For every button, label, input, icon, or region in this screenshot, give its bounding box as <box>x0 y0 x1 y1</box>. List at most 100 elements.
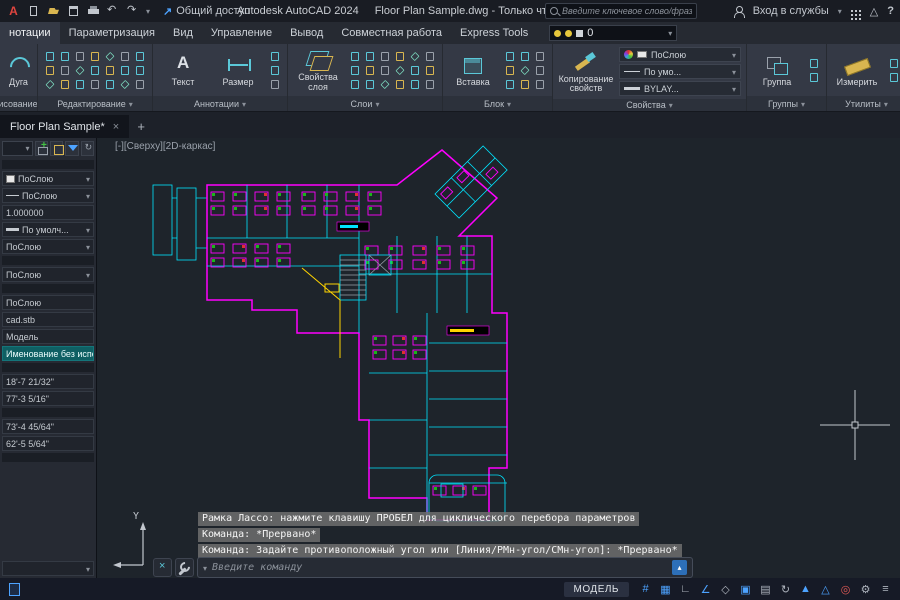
refresh-icon[interactable] <box>80 140 94 156</box>
ribbon-tool-icon[interactable] <box>268 50 282 63</box>
prop-row-center-y[interactable]: 77'-3 5/16" <box>2 391 94 406</box>
ribbon-tool-icon[interactable] <box>43 64 57 77</box>
file-tab-active[interactable]: Floor Plan Sample* <box>0 115 130 138</box>
search-box[interactable] <box>545 3 697 19</box>
drawing-canvas[interactable]: [-][Сверху][2D-каркас] Y Рамка Лассо: на… <box>97 138 900 578</box>
ribbon-tool-icon[interactable] <box>408 64 422 77</box>
ribbon-tab-parametric[interactable]: Параметризация <box>60 22 164 44</box>
ribbon-tool-icon[interactable] <box>348 64 362 77</box>
ribbon-tool-icon[interactable] <box>378 50 392 63</box>
drawing-status-icon[interactable] <box>5 580 24 598</box>
customize-wrench-icon[interactable] <box>175 558 194 577</box>
prop-row-lineweight[interactable]: По умолч... <box>2 222 94 237</box>
ribbon-tool-icon[interactable] <box>503 78 517 91</box>
ribbon-tool-icon[interactable] <box>58 78 72 91</box>
layer-select-combo[interactable]: 0 <box>549 25 678 41</box>
ribbon-tool-icon[interactable] <box>73 78 87 91</box>
recent-commands-icon[interactable] <box>203 562 207 574</box>
ribbon-tool-icon[interactable] <box>393 64 407 77</box>
ribbon-tool-icon[interactable] <box>133 64 147 77</box>
ribbon-tool-icon[interactable] <box>887 71 900 84</box>
annotation-autoscale-toggle[interactable] <box>816 580 835 598</box>
prop-row-color[interactable]: ПоСлою <box>2 171 94 186</box>
alerts-icon[interactable] <box>870 5 878 18</box>
panel-label-modify[interactable]: Редактирование <box>38 96 152 111</box>
prop-row-naming[interactable]: Именование без испо... <box>2 346 94 361</box>
search-input[interactable] <box>562 6 692 16</box>
arc-button[interactable]: Дуга <box>5 53 32 87</box>
ribbon-tool-icon[interactable] <box>268 64 282 77</box>
linetype-combo[interactable]: По умо... <box>619 64 741 79</box>
save-icon[interactable] <box>66 4 81 18</box>
measure-button[interactable]: Измерить <box>832 53 882 87</box>
prop-row-plotstyle[interactable]: cad.stb <box>2 312 94 327</box>
ribbon-tool-icon[interactable] <box>133 50 147 63</box>
new-tab-button[interactable] <box>129 115 153 138</box>
prop-row-transparency[interactable]: ПоСлою <box>2 239 94 254</box>
close-icon[interactable] <box>113 121 119 133</box>
ribbon-tab-manage[interactable]: Управление <box>202 22 281 44</box>
ribbon-tool-icon[interactable] <box>533 78 547 91</box>
ribbon-tool-icon[interactable] <box>393 78 407 91</box>
expand-history-icon[interactable] <box>672 560 687 575</box>
lineweight-toggle[interactable] <box>756 580 775 598</box>
annotation-visibility-toggle[interactable] <box>796 580 815 598</box>
ribbon-tab-annotate[interactable]: нотации <box>0 22 60 44</box>
help-icon[interactable] <box>887 5 894 17</box>
object-snap-toggle[interactable] <box>736 580 755 598</box>
ribbon-tool-icon[interactable] <box>807 57 821 70</box>
ribbon-tool-icon[interactable] <box>518 64 532 77</box>
ribbon-tool-icon[interactable] <box>88 78 102 91</box>
ribbon-tool-icon[interactable] <box>518 50 532 63</box>
command-input-bar[interactable] <box>197 557 693 578</box>
prop-row-ltscale[interactable]: 1.000000 <box>2 205 94 220</box>
selection-cycling-toggle[interactable] <box>776 580 795 598</box>
ribbon-tool-icon[interactable] <box>88 64 102 77</box>
ribbon-tool-icon[interactable] <box>423 50 437 63</box>
filter-icon[interactable] <box>65 140 79 156</box>
ortho-toggle[interactable] <box>676 580 695 598</box>
ribbon-tool-icon[interactable] <box>118 64 132 77</box>
ribbon-tool-icon[interactable] <box>268 78 282 91</box>
ribbon-tool-icon[interactable] <box>887 57 900 70</box>
palette-bottom-combo[interactable] <box>2 561 94 576</box>
panel-label-layers[interactable]: Слои <box>288 96 442 111</box>
ribbon-tool-icon[interactable] <box>807 71 821 84</box>
text-button[interactable]: Текст <box>158 53 208 87</box>
ribbon-tool-icon[interactable] <box>423 78 437 91</box>
isodraft-toggle[interactable] <box>716 580 735 598</box>
panel-label-properties[interactable]: Свойства <box>553 99 746 111</box>
ribbon-tool-icon[interactable] <box>533 50 547 63</box>
ribbon-tool-icon[interactable] <box>118 78 132 91</box>
prop-row-plottable[interactable]: Модель <box>2 329 94 344</box>
ribbon-tool-icon[interactable] <box>103 64 117 77</box>
customize-status-icon[interactable] <box>876 580 895 598</box>
panel-label-groups[interactable]: Группы <box>747 96 826 111</box>
prop-row-height[interactable]: 62'-5 5/64" <box>2 436 94 451</box>
ribbon-tool-icon[interactable] <box>103 50 117 63</box>
ribbon-tool-icon[interactable] <box>533 64 547 77</box>
undo-icon[interactable] <box>106 3 121 18</box>
panel-label-utilities[interactable]: Утилиты <box>827 96 900 111</box>
object-color-combo[interactable]: ПоСлою <box>619 47 741 62</box>
ribbon-tool-icon[interactable] <box>73 64 87 77</box>
polar-tracking-to ggle[interactable] <box>696 580 715 598</box>
viewport-controls[interactable]: [-][Сверху][2D-каркас] <box>115 141 215 152</box>
open-file-icon[interactable] <box>46 4 61 18</box>
insert-block-button[interactable]: Вставка <box>448 53 498 87</box>
ribbon-tab-express-tools[interactable]: Express Tools <box>451 22 537 44</box>
panel-label-block[interactable]: Блок <box>443 96 552 111</box>
palette-filter-combo[interactable] <box>2 140 33 156</box>
apps-grid-icon[interactable] <box>850 10 853 12</box>
ribbon-tool-icon[interactable] <box>393 50 407 63</box>
prop-row-shadow[interactable]: ПоСлою <box>2 295 94 310</box>
ribbon-tool-icon[interactable] <box>363 64 377 77</box>
new-file-icon[interactable] <box>26 4 41 18</box>
settings-gear-icon[interactable] <box>856 580 875 598</box>
ribbon-tool-icon[interactable] <box>88 50 102 63</box>
grid-toggle[interactable] <box>636 580 655 598</box>
app-logo-icon[interactable] <box>6 4 21 18</box>
ribbon-tool-icon[interactable] <box>43 50 57 63</box>
panel-label-draw[interactable]: Рисование <box>0 96 37 111</box>
qat-dropdown-icon[interactable] <box>146 5 150 17</box>
